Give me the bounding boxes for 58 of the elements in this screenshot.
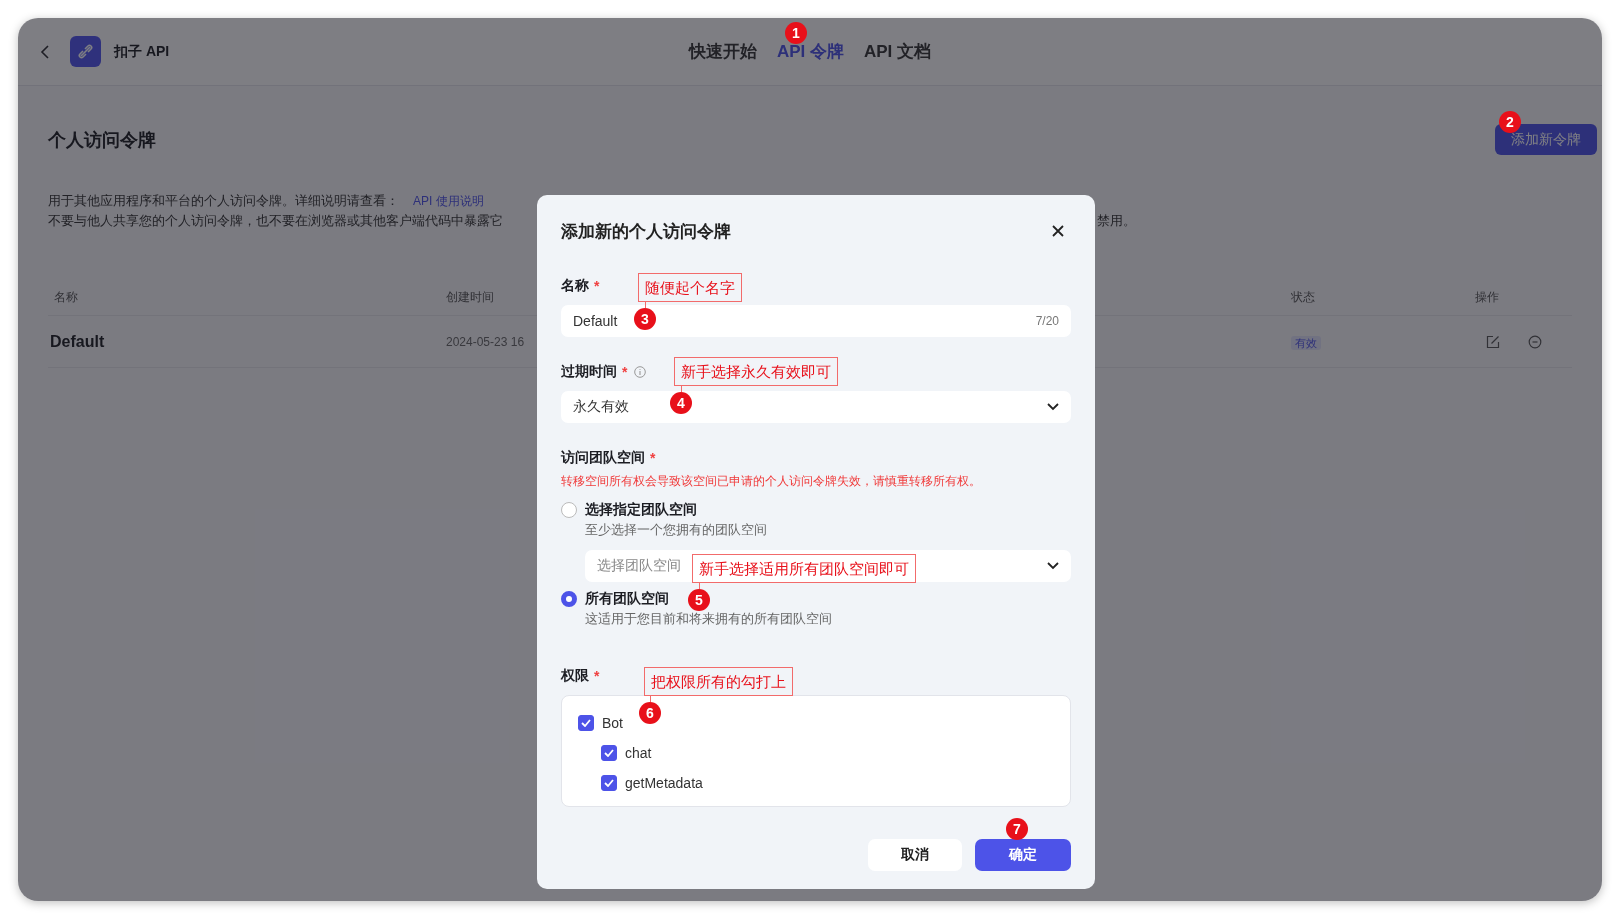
column-header: 操作 bbox=[1475, 289, 1499, 306]
dialog-title: 添加新的个人访问令牌 bbox=[561, 220, 731, 243]
field-label: 过期时间 bbox=[561, 363, 617, 381]
minus-circle-icon[interactable] bbox=[1528, 334, 1542, 349]
close-icon[interactable] bbox=[1052, 225, 1064, 237]
app-name: 扣子 API bbox=[114, 42, 170, 61]
field-label: 名称 bbox=[561, 277, 589, 295]
callout-note: 新手选择适用所有团队空间即可 bbox=[692, 554, 916, 583]
required-mark: * bbox=[594, 278, 600, 294]
checkbox[interactable] bbox=[578, 715, 594, 731]
checkmark-icon bbox=[581, 719, 591, 727]
cancel-button[interactable]: 取消 bbox=[868, 839, 962, 871]
checkbox[interactable] bbox=[601, 745, 617, 761]
chevron-down-icon bbox=[1047, 562, 1059, 570]
warning-text: 不要与他人共享您的个人访问令牌，也不要在浏览器或其他客户端代码中暴露它 bbox=[48, 212, 503, 230]
column-header: 创建时间 bbox=[446, 289, 494, 306]
option-hint: 至少选择一个您拥有的团队空间 bbox=[584, 521, 768, 539]
column-header: 名称 bbox=[54, 289, 78, 306]
option-hint: 这适用于您目前和将来拥有的所有团队空间 bbox=[584, 610, 833, 628]
option-label[interactable]: 所有团队空间 bbox=[585, 590, 669, 608]
nav-tab[interactable]: 快速开始 bbox=[688, 40, 757, 63]
status-badge: 有效 bbox=[1291, 335, 1321, 350]
confirm-button[interactable]: 确定 bbox=[975, 839, 1071, 871]
chevron-down-icon bbox=[1047, 403, 1059, 411]
edit-icon[interactable] bbox=[1486, 334, 1500, 349]
char-counter: 7/20 bbox=[1035, 314, 1059, 328]
permission-label[interactable]: getMetadata bbox=[625, 775, 703, 791]
link-logo-icon bbox=[70, 36, 101, 67]
leader-line bbox=[650, 696, 651, 702]
leader-line bbox=[681, 386, 682, 392]
required-mark: * bbox=[650, 450, 656, 466]
checkbox[interactable] bbox=[601, 775, 617, 791]
required-mark: * bbox=[594, 668, 600, 684]
warning-text: 禁用。 bbox=[1097, 212, 1136, 230]
permission-label[interactable]: Bot bbox=[602, 715, 623, 731]
callout-note: 把权限所有的勾打上 bbox=[644, 667, 793, 696]
callout-note: 随便起个名字 bbox=[638, 273, 742, 302]
field-label: 访问团队空间 bbox=[561, 449, 645, 467]
checkmark-icon bbox=[604, 749, 614, 757]
page-title: 个人访问令牌 bbox=[48, 128, 156, 152]
description-text: 用于其他应用程序和平台的个人访问令牌。详细说明请查看： bbox=[48, 192, 399, 210]
back-icon[interactable] bbox=[40, 43, 50, 60]
radio-button[interactable] bbox=[561, 502, 577, 518]
radio-button[interactable] bbox=[561, 591, 577, 607]
info-icon bbox=[634, 366, 647, 378]
permission-label[interactable]: chat bbox=[625, 745, 652, 761]
leader-line bbox=[699, 583, 700, 589]
created-time: 2024-05-23 16 bbox=[446, 334, 526, 349]
warning-text: 转移空间所有权会导致该空间已申请的个人访问令牌失效，请慎重转移所有权。 bbox=[561, 473, 982, 490]
column-header: 状态 bbox=[1291, 289, 1315, 306]
nav-tab[interactable]: API 文档 bbox=[864, 40, 932, 63]
required-mark: * bbox=[622, 364, 628, 380]
leader-line bbox=[645, 302, 646, 308]
checkmark-icon bbox=[604, 779, 614, 787]
field-label: 权限 bbox=[561, 667, 589, 685]
callout-note: 新手选择永久有效即可 bbox=[674, 357, 838, 386]
token-name: Default bbox=[50, 332, 106, 351]
option-label[interactable]: 选择指定团队空间 bbox=[585, 501, 697, 519]
